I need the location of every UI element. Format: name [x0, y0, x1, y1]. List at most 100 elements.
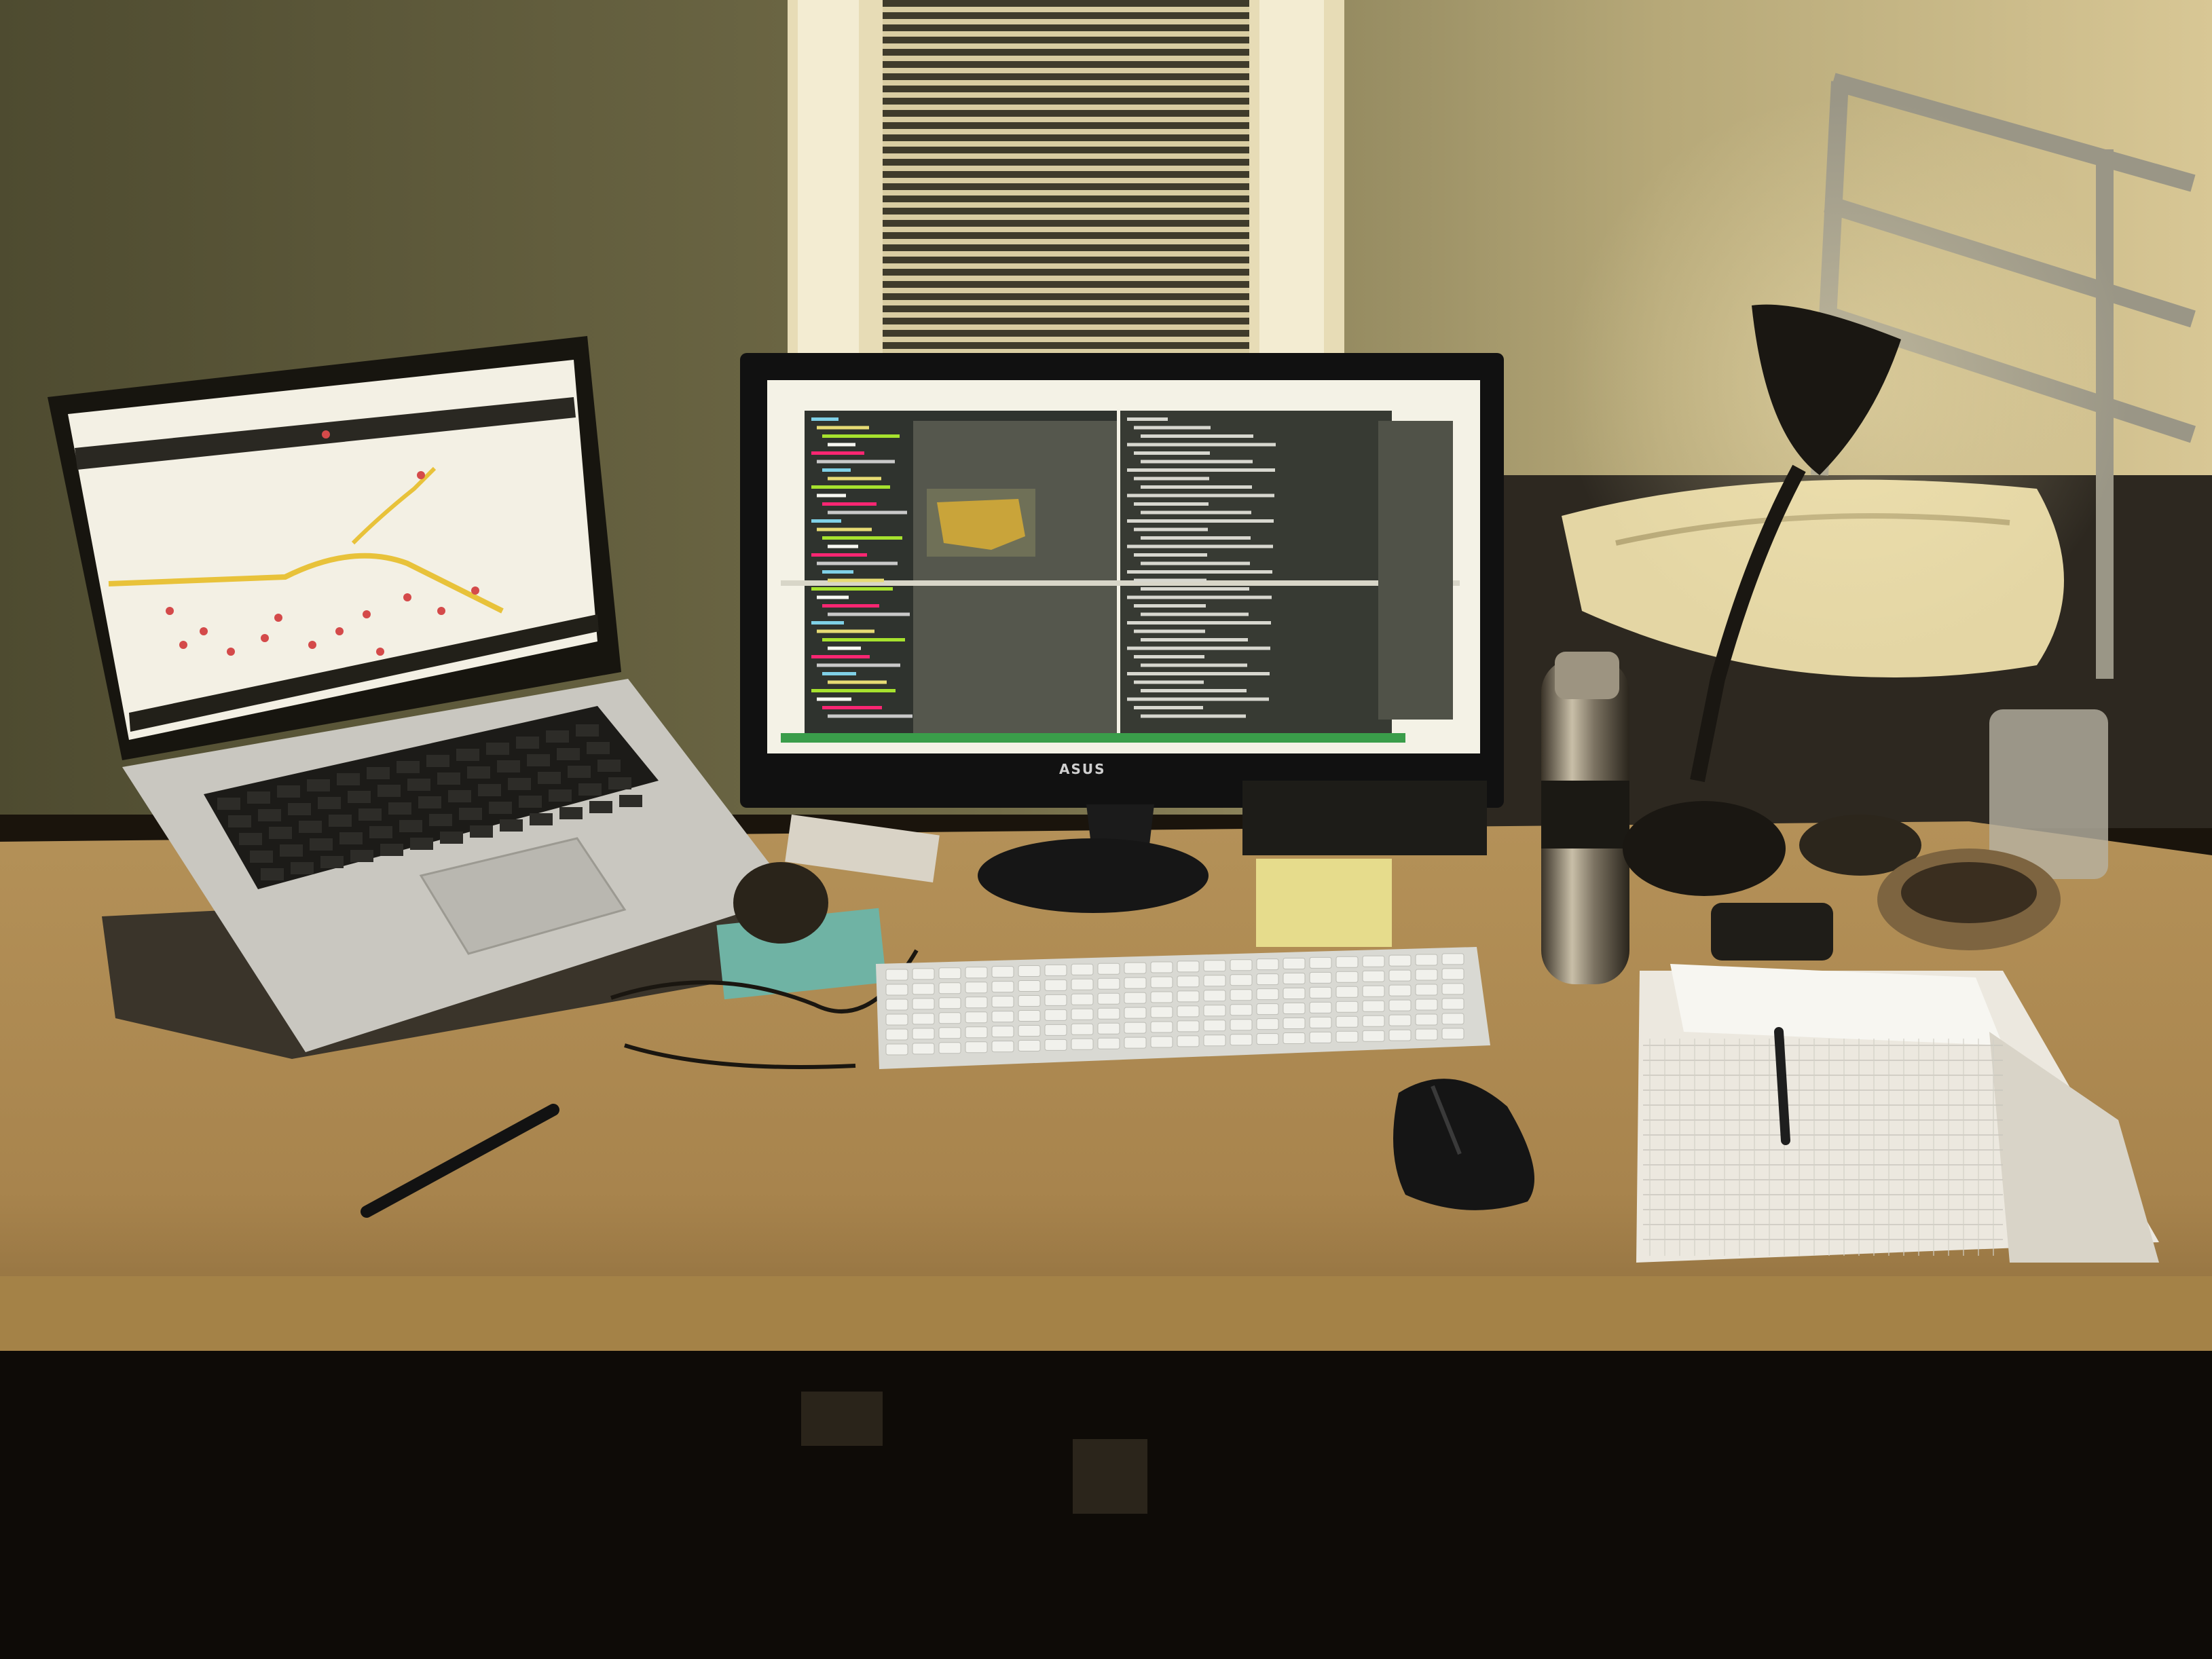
- map-point: [227, 648, 235, 656]
- keyboard-key: [1044, 1039, 1067, 1051]
- keyboard-key: [912, 968, 935, 980]
- keyboard-key: [1335, 1001, 1359, 1013]
- keyboard-key: [938, 1027, 961, 1039]
- keyboard-key: [1256, 1033, 1279, 1045]
- keyboard-key: [1071, 978, 1094, 990]
- keyboard-key: [1362, 985, 1385, 997]
- laptop-key: [399, 820, 422, 832]
- laptop-key: [410, 838, 433, 850]
- laptop-key: [608, 777, 631, 789]
- blind-slat: [883, 324, 1249, 330]
- keyboard-key: [1097, 1037, 1120, 1049]
- keyboard-key: [1388, 984, 1412, 996]
- keyboard-key: [1044, 979, 1067, 991]
- code-line: [811, 553, 867, 557]
- map-point: [179, 641, 187, 649]
- laptop-key: [489, 802, 512, 814]
- code-line: [1141, 587, 1249, 591]
- code-line: [822, 672, 856, 675]
- laptop-key: [470, 825, 493, 838]
- code-line: [828, 510, 907, 515]
- code-line: [811, 689, 896, 692]
- laptop-key: [358, 808, 382, 821]
- keyboard-key: [1018, 995, 1041, 1007]
- map-point: [261, 634, 269, 642]
- code-line: [1127, 544, 1273, 548]
- keyboard-key: [1097, 1022, 1120, 1034]
- keyboard-key: [1018, 1025, 1041, 1037]
- laptop-key: [486, 743, 509, 755]
- code-line: [828, 578, 884, 582]
- code-line: [1141, 485, 1252, 489]
- code-line: [1127, 570, 1272, 574]
- keyboard-key: [1441, 953, 1464, 965]
- keyboard-key: [1150, 1006, 1173, 1018]
- laptop-key: [456, 749, 479, 761]
- keyboard-key: [1150, 1021, 1173, 1033]
- code-line: [828, 477, 881, 481]
- blind-slat: [883, 92, 1249, 98]
- code-line: [817, 493, 846, 498]
- keyboard-key: [1044, 994, 1067, 1006]
- thermos: [1541, 652, 1629, 984]
- laptop-key: [448, 790, 471, 802]
- laptop-key: [497, 760, 520, 772]
- router-box: [1242, 781, 1487, 855]
- laptop-key: [508, 778, 531, 790]
- blind-slat: [883, 166, 1249, 171]
- keyboard-key: [1283, 1018, 1306, 1029]
- code-line: [822, 570, 853, 574]
- code-line: [822, 536, 902, 540]
- blind-slat: [883, 178, 1249, 183]
- keyboard-key: [991, 966, 1014, 978]
- keyboard-key: [885, 1028, 908, 1041]
- code-line: [1127, 468, 1275, 472]
- laptop-key: [369, 826, 392, 838]
- keyboard-key: [1256, 958, 1279, 971]
- keyboard-key: [1362, 1030, 1385, 1042]
- code-line: [1141, 536, 1251, 540]
- keyboard-key: [1203, 1005, 1226, 1017]
- keyboard-key: [1335, 971, 1359, 983]
- laptop-key: [500, 819, 523, 832]
- keyboard-key: [1044, 1009, 1067, 1021]
- code-line: [1127, 519, 1274, 523]
- window-blinds: [883, 7, 1249, 354]
- blind-slat: [883, 312, 1249, 318]
- laptop-key: [549, 789, 572, 802]
- map-point: [376, 648, 384, 656]
- keyboard-key: [1335, 1015, 1359, 1028]
- keyboard-key: [965, 1011, 988, 1024]
- keyboard-key: [1150, 961, 1173, 973]
- keyboard-key: [1415, 999, 1438, 1011]
- code-line: [1134, 451, 1210, 455]
- keyboard-key: [1256, 988, 1279, 1001]
- code-line: [817, 460, 895, 464]
- laptop-key: [519, 796, 542, 808]
- keyboard-key: [1335, 986, 1359, 998]
- laptop-key: [217, 798, 240, 810]
- laptop-key: [329, 815, 352, 827]
- keyboard-key: [1124, 1007, 1147, 1019]
- keyboard-key: [1283, 1032, 1306, 1044]
- blind-slat: [883, 190, 1249, 195]
- code-line: [817, 663, 900, 667]
- code-line: [1141, 638, 1248, 641]
- code-line: [822, 604, 879, 608]
- laptop-key: [388, 802, 411, 815]
- keyboard-key: [1124, 977, 1147, 989]
- laptop-key: [250, 851, 273, 863]
- code-line: [822, 706, 882, 709]
- map-point: [200, 627, 208, 635]
- keyboard-key: [912, 1013, 935, 1025]
- code-line: [1134, 578, 1206, 582]
- keyboard-key: [991, 1011, 1014, 1023]
- blind-slat: [883, 215, 1249, 220]
- keyboard-key: [885, 1043, 908, 1056]
- keyboard-key: [1203, 1020, 1226, 1032]
- keyboard-key: [1230, 974, 1253, 986]
- desk-setup-photo: ASUS: [0, 0, 2212, 1659]
- keyboard-key: [912, 983, 935, 995]
- laptop-key: [310, 838, 333, 851]
- code-line: [1127, 417, 1168, 421]
